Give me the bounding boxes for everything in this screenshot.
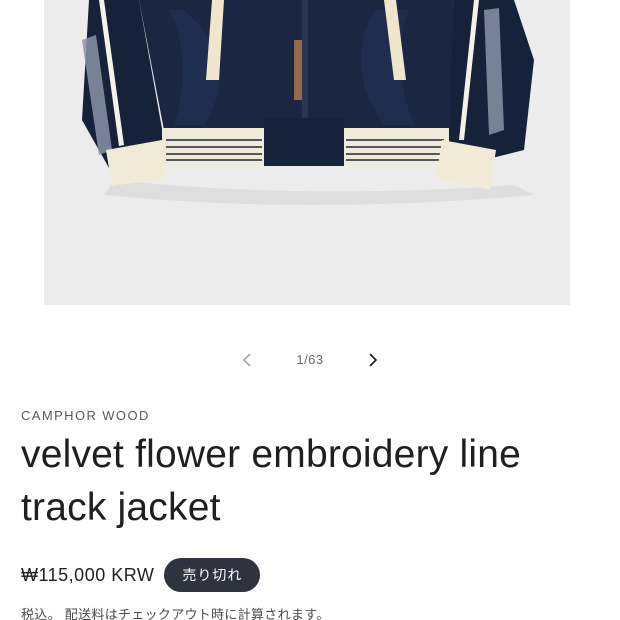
- previous-slide-button[interactable]: [232, 345, 262, 375]
- sold-out-badge: 売り切れ: [164, 558, 261, 592]
- product-title: velvet flower embroidery line track jack…: [21, 433, 522, 529]
- price-row: ₩115,000 KRW 売り切れ: [21, 558, 261, 592]
- product-price: ₩115,000 KRW: [21, 564, 155, 585]
- slider-controls: 1/63: [0, 345, 620, 375]
- jacket-photo: [44, 0, 570, 305]
- chevron-right-icon: [369, 353, 378, 367]
- slide-counter: 1/63: [296, 352, 324, 367]
- tax-note: 税込。 配送料はチェックアウト時に計算されます。: [21, 607, 330, 620]
- vendor-name: CAMPHOR WOOD: [21, 408, 150, 423]
- next-slide-button[interactable]: [358, 345, 388, 375]
- product-page: 1/63 CAMPHOR WOOD velvet flower embroide…: [0, 0, 620, 620]
- product-image[interactable]: [44, 0, 570, 305]
- chevron-left-icon: [242, 353, 251, 367]
